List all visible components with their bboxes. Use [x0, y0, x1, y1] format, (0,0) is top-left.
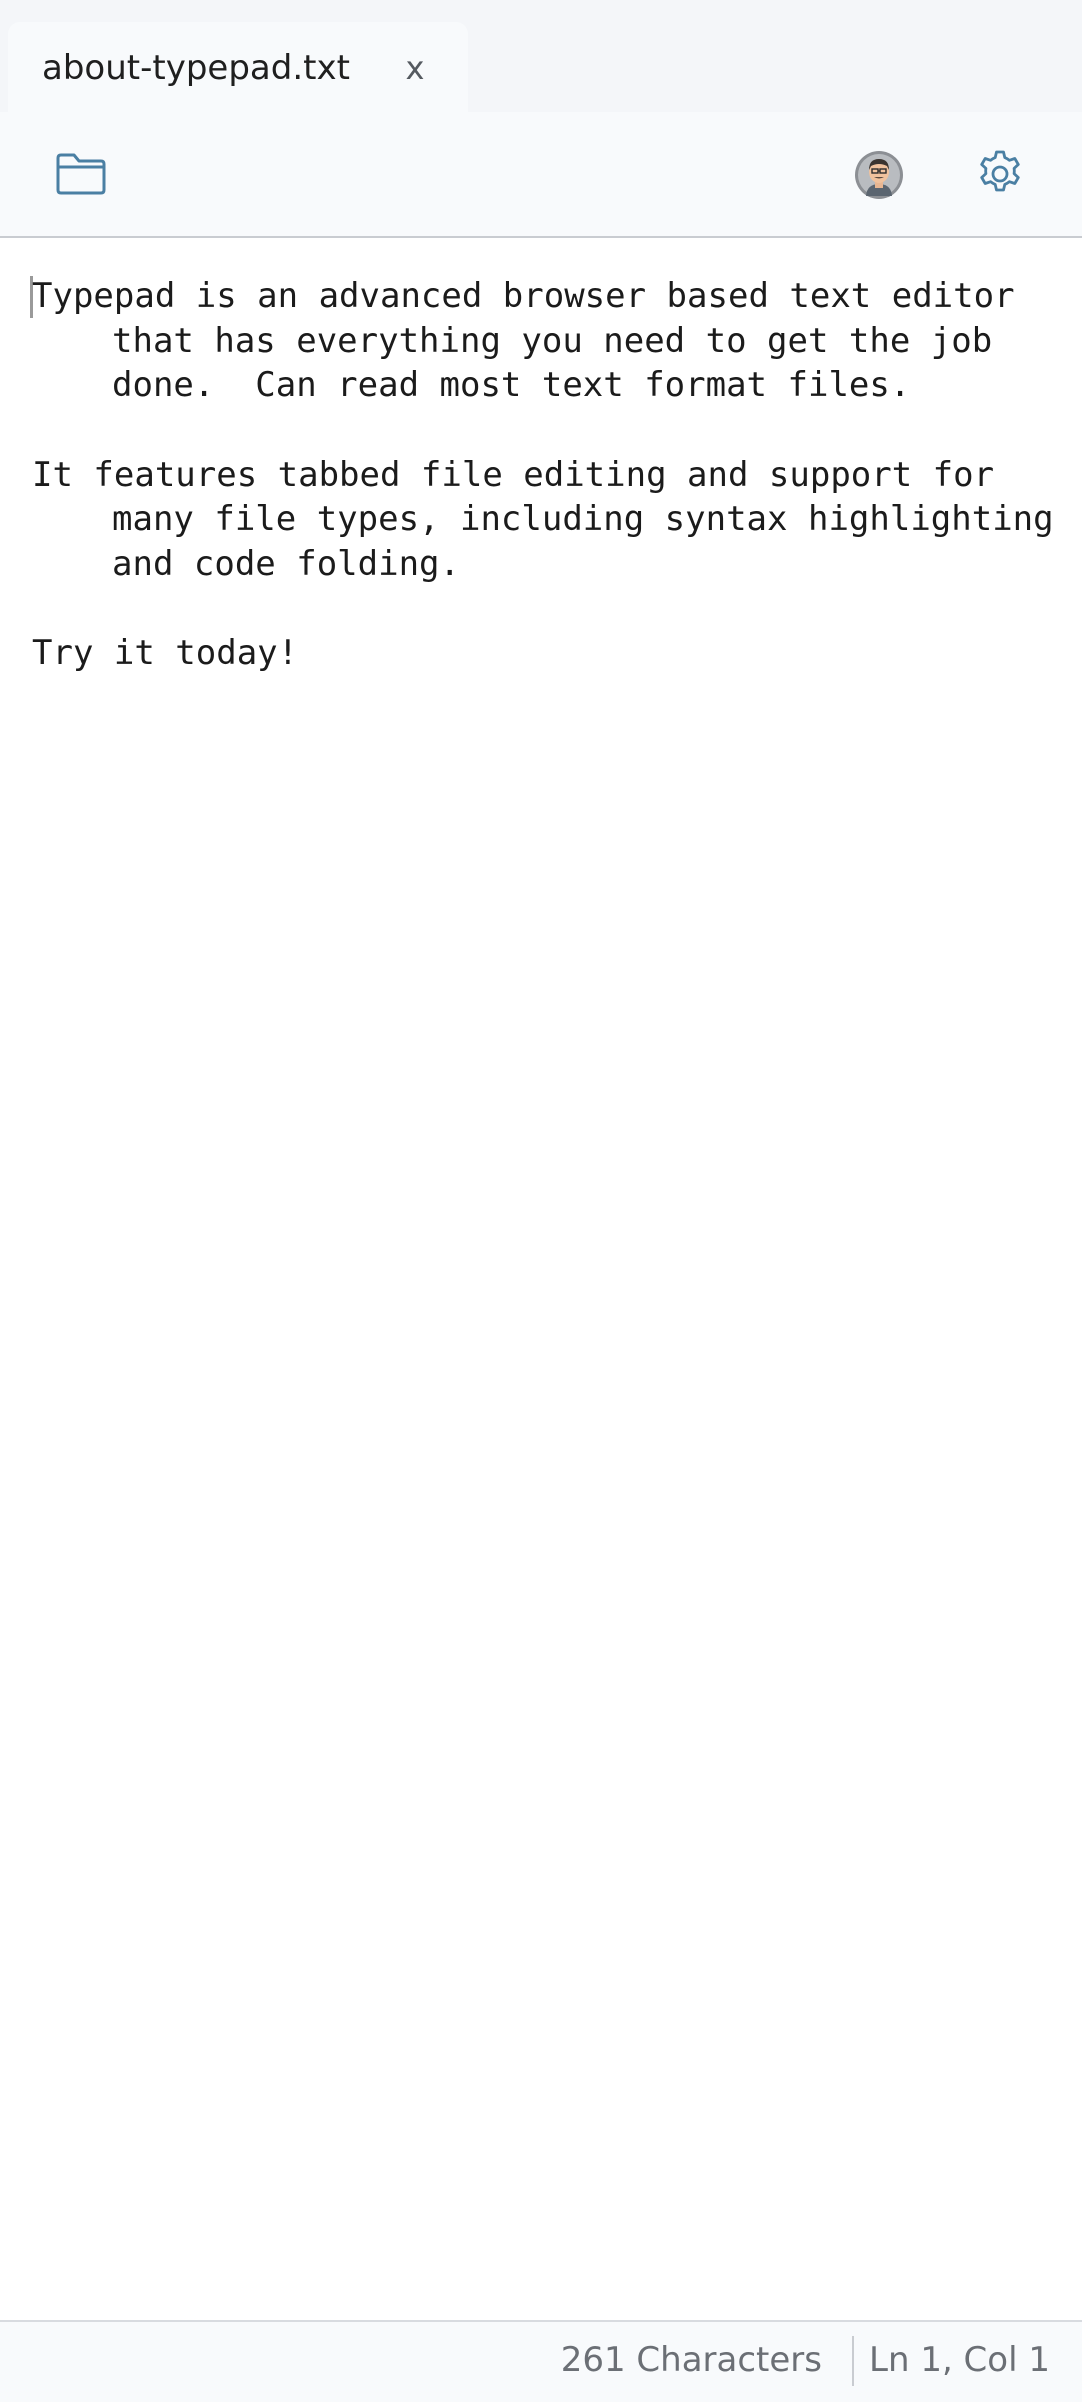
status-bar: 261 Characters Ln 1, Col 1 — [0, 2320, 1082, 2402]
editor-line-1-wrap-2[interactable]: done. Can read most text format files. — [112, 363, 910, 408]
cursor-position[interactable]: Ln 1, Col 1 — [869, 2340, 1050, 2380]
tab-close-button[interactable]: x — [392, 46, 438, 90]
avatar-icon — [855, 151, 903, 199]
open-folder-button[interactable] — [50, 146, 112, 202]
tab-bar: about-typepad.txt x — [0, 0, 1082, 112]
status-divider — [852, 2336, 854, 2386]
tab-about-typepad[interactable]: about-typepad.txt x — [8, 22, 468, 112]
settings-button[interactable] — [970, 142, 1030, 202]
user-avatar-button[interactable] — [852, 148, 906, 202]
editor-line-3-wrap-2[interactable]: and code folding. — [112, 542, 460, 587]
editor-line-1[interactable]: Typepad is an advanced browser based tex… — [32, 274, 1015, 319]
character-count: 261 Characters — [560, 2340, 822, 2380]
editor-line-3-wrap-1[interactable]: many file types, including syntax highli… — [112, 497, 1054, 542]
editor-line-5[interactable]: Try it today! — [32, 631, 298, 676]
editor-line-1-wrap-1[interactable]: that has everything you need to get the … — [112, 319, 992, 364]
folder-icon — [56, 153, 106, 195]
editor-line-3[interactable]: It features tabbed file editing and supp… — [32, 453, 994, 498]
tab-title[interactable]: about-typepad.txt — [42, 48, 350, 88]
toolbar — [0, 112, 1082, 238]
typepad-app: about-typepad.txt x Typepad is an advanc… — [0, 0, 1082, 2402]
text-editor[interactable]: Typepad is an advanced browser based tex… — [0, 238, 1082, 2320]
gear-icon — [980, 150, 1020, 192]
